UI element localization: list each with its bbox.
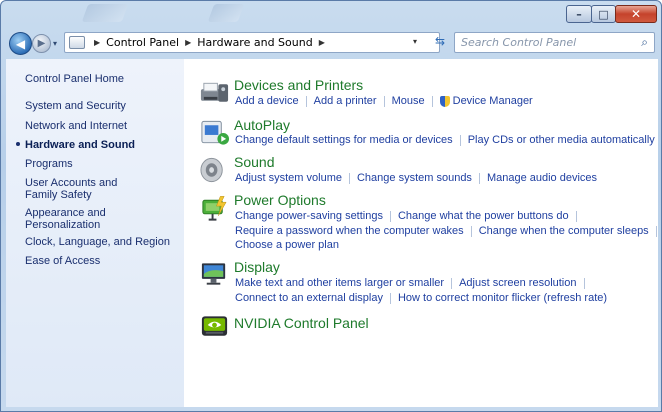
device-manager-link[interactable]: Device Manager bbox=[453, 95, 533, 107]
control-panel-icon bbox=[69, 36, 85, 49]
separator bbox=[383, 95, 385, 107]
separator bbox=[305, 95, 307, 107]
autoplay-icon bbox=[201, 120, 230, 145]
main-content: Devices and Printers Add a device Add a … bbox=[184, 59, 658, 407]
choose-power-plan-link[interactable]: Choose a power plan bbox=[235, 239, 339, 251]
navigation-bar: ◀ ▶ ▾ ▶ Control Panel ▶ Hardware and Sou… bbox=[1, 31, 661, 57]
breadcrumb-separator-icon[interactable]: ▶ bbox=[185, 38, 191, 47]
manage-audio-devices-link[interactable]: Manage audio devices bbox=[487, 172, 597, 184]
glass-decoration bbox=[207, 4, 245, 22]
minimize-button[interactable]: – bbox=[566, 5, 592, 23]
connect-external-display-link[interactable]: Connect to an external display bbox=[235, 292, 383, 304]
back-button[interactable]: ◀ bbox=[9, 32, 32, 55]
search-icon[interactable]: ⌕ bbox=[641, 35, 648, 50]
power-icon bbox=[202, 196, 227, 221]
address-dropdown-icon[interactable]: ▾ bbox=[413, 37, 417, 46]
refresh-icon: ⇆ bbox=[434, 34, 446, 48]
back-arrow-icon: ◀ bbox=[15, 36, 26, 51]
category-title-devices-and-printers[interactable]: Devices and Printers bbox=[234, 77, 363, 93]
adjust-screen-resolution-link[interactable]: Adjust screen resolution bbox=[459, 277, 576, 289]
printer-icon bbox=[200, 82, 229, 102]
separator bbox=[348, 172, 350, 184]
sidebar-item-control-panel-home[interactable]: Control Panel Home bbox=[25, 73, 175, 85]
mouse-link[interactable]: Mouse bbox=[392, 95, 425, 107]
task-row: Require a password when the computer wak… bbox=[235, 225, 661, 237]
task-row: Make text and other items larger or smal… bbox=[235, 277, 592, 289]
separator bbox=[575, 210, 577, 222]
sidebar-item-ease-of-access[interactable]: Ease of Access bbox=[25, 255, 175, 267]
category-title-power-options[interactable]: Power Options bbox=[234, 192, 326, 208]
separator bbox=[389, 292, 391, 304]
sidebar-item-clock-language-region[interactable]: Clock, Language, and Region bbox=[25, 236, 175, 248]
change-default-media-settings-link[interactable]: Change default settings for media or dev… bbox=[235, 134, 453, 146]
separator bbox=[655, 225, 657, 237]
sidebar-item-hardware-and-sound[interactable]: Hardware and Sound bbox=[25, 139, 175, 151]
search-input[interactable]: Search Control Panel ⌕ bbox=[454, 32, 655, 53]
separator bbox=[470, 225, 472, 237]
breadcrumb-separator-icon[interactable]: ▶ bbox=[94, 38, 100, 47]
category-title-autoplay[interactable]: AutoPlay bbox=[234, 117, 290, 133]
close-icon: ✕ bbox=[630, 7, 642, 21]
control-panel-window: – □ ✕ ◀ ▶ ▾ ▶ Control Panel ▶ Hardware a… bbox=[0, 0, 662, 412]
active-item-bullet bbox=[16, 142, 20, 146]
refresh-button[interactable]: ⇆ bbox=[431, 34, 449, 52]
breadcrumb-separator-icon[interactable]: ▶ bbox=[319, 38, 325, 47]
speaker-icon bbox=[200, 157, 223, 183]
task-row: Change default settings for media or dev… bbox=[235, 134, 655, 146]
change-sleep-time-link[interactable]: Change when the computer sleeps bbox=[479, 225, 649, 237]
search-placeholder: Search Control Panel bbox=[461, 36, 577, 49]
nvidia-icon bbox=[201, 316, 228, 336]
chevron-down-icon: ▾ bbox=[53, 39, 58, 48]
separator bbox=[389, 210, 391, 222]
separator bbox=[431, 95, 433, 107]
change-power-buttons-link[interactable]: Change what the power buttons do bbox=[398, 210, 569, 222]
separator bbox=[459, 134, 461, 146]
title-bar[interactable]: – □ ✕ bbox=[1, 1, 661, 31]
glass-decoration bbox=[81, 4, 129, 22]
address-bar[interactable]: ▶ Control Panel ▶ Hardware and Sound ▶ bbox=[64, 32, 440, 53]
sidebar-item-user-accounts[interactable]: User Accounts and Family Safety bbox=[25, 177, 143, 201]
task-row: Choose a power plan bbox=[235, 239, 339, 251]
recent-pages-button[interactable]: ▾ bbox=[53, 39, 61, 49]
adjust-system-volume-link[interactable]: Adjust system volume bbox=[235, 172, 342, 184]
task-row: Add a device Add a printer Mouse Device … bbox=[235, 95, 533, 107]
separator bbox=[583, 277, 585, 289]
make-text-larger-link[interactable]: Make text and other items larger or smal… bbox=[235, 277, 444, 289]
maximize-button[interactable]: □ bbox=[591, 5, 616, 23]
forward-arrow-icon: ▶ bbox=[37, 38, 46, 49]
sidebar-item-programs[interactable]: Programs bbox=[25, 158, 175, 170]
category-title-display[interactable]: Display bbox=[234, 259, 280, 275]
sidebar: Control Panel Home System and Security N… bbox=[6, 59, 184, 407]
minimize-icon: – bbox=[576, 7, 582, 21]
close-button[interactable]: ✕ bbox=[615, 5, 657, 23]
task-row: Change power-saving settings Change what… bbox=[235, 210, 584, 222]
monitor-flicker-link[interactable]: How to correct monitor flicker (refresh … bbox=[398, 292, 607, 304]
breadcrumb-hardware-and-sound[interactable]: Hardware and Sound bbox=[197, 36, 312, 49]
add-a-printer-link[interactable]: Add a printer bbox=[314, 95, 377, 107]
separator bbox=[451, 277, 453, 289]
task-row: Connect to an external display How to co… bbox=[235, 292, 607, 304]
task-row: Adjust system volume Change system sound… bbox=[235, 172, 597, 184]
forward-button[interactable]: ▶ bbox=[32, 34, 51, 53]
monitor-icon bbox=[201, 263, 226, 285]
breadcrumb-control-panel[interactable]: Control Panel bbox=[106, 36, 179, 49]
sidebar-item-network-and-internet[interactable]: Network and Internet bbox=[25, 120, 175, 132]
change-system-sounds-link[interactable]: Change system sounds bbox=[357, 172, 472, 184]
sidebar-item-system-and-security[interactable]: System and Security bbox=[25, 100, 175, 112]
shield-icon bbox=[439, 95, 450, 107]
sidebar-item-appearance[interactable]: Appearance and Personalization bbox=[25, 207, 125, 231]
separator bbox=[478, 172, 480, 184]
category-title-sound[interactable]: Sound bbox=[234, 154, 274, 170]
category-title-nvidia-control-panel[interactable]: NVIDIA Control Panel bbox=[234, 315, 369, 331]
require-password-on-wake-link[interactable]: Require a password when the computer wak… bbox=[235, 225, 464, 237]
maximize-icon: □ bbox=[598, 7, 609, 21]
add-a-device-link[interactable]: Add a device bbox=[235, 95, 299, 107]
change-power-saving-settings-link[interactable]: Change power-saving settings bbox=[235, 210, 383, 222]
play-cds-automatically-link[interactable]: Play CDs or other media automatically bbox=[468, 134, 655, 146]
